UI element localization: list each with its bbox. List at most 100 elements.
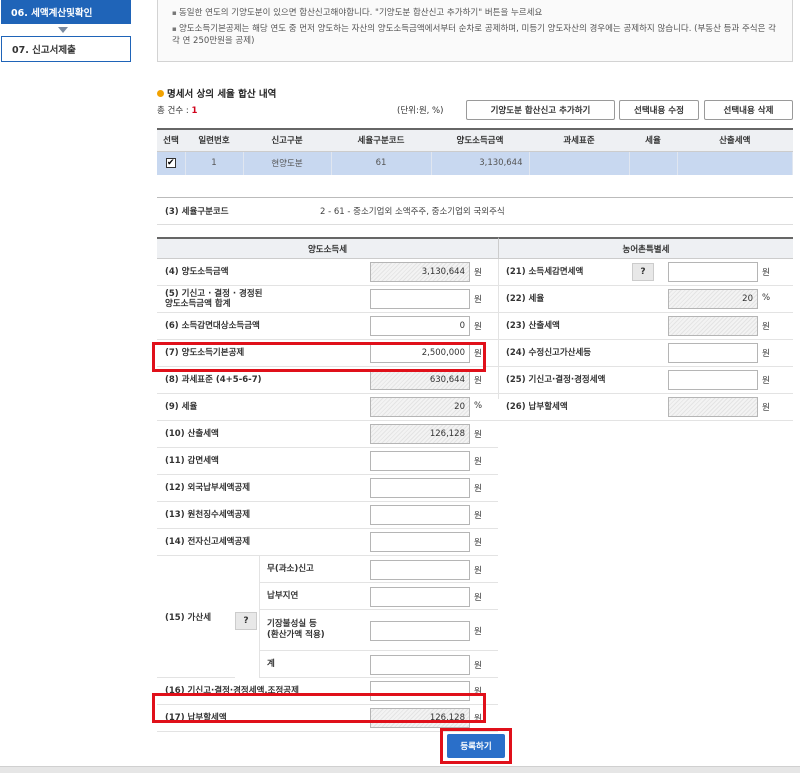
- col-header: 과세표준: [529, 128, 629, 152]
- help-icon[interactable]: ?: [632, 263, 654, 281]
- notice-box: 동일한 연도의 기양도분이 있으면 합산신고해야합니다. "기양도분 합산신고 …: [157, 0, 793, 62]
- cell-rate: [629, 151, 678, 175]
- form-row: (22) 세율 20%: [498, 286, 793, 313]
- amount-input[interactable]: 126,128: [370, 424, 470, 444]
- amount-input[interactable]: [370, 532, 470, 552]
- cell-tax-base: [529, 151, 630, 175]
- penalty-row: 납부지연 원: [259, 583, 498, 610]
- amount-input[interactable]: 630,644: [370, 370, 470, 390]
- unit-label: %: [762, 293, 771, 303]
- col-header: 선택: [157, 128, 185, 152]
- field-label: (14) 전자신고세액공제: [165, 537, 251, 547]
- amount-input[interactable]: [668, 397, 758, 417]
- unit-label: 원: [762, 322, 770, 332]
- step-06-active[interactable]: 06. 세액계산및확인: [1, 0, 131, 24]
- field-label: (8) 과세표준 (4+5-6-7): [165, 375, 262, 385]
- amount-input[interactable]: [370, 654, 470, 675]
- field-label: (11) 감면세액: [165, 456, 219, 466]
- table-row[interactable]: ✔ 1 현양도분 61 3,130,644: [157, 151, 793, 175]
- rate-code-value: 2 - 61 - 중소기업외 소액주주, 중소기업외 국외주식: [320, 207, 505, 217]
- penalty-item-label: 기장불성실 등 (환산가액 적용): [267, 619, 325, 640]
- unit-label: 원: [762, 268, 770, 278]
- amount-input[interactable]: 20: [370, 397, 470, 417]
- form-row: (14) 전자신고세액공제 원: [157, 529, 498, 556]
- penalty-item-label: 무(과소)신고: [267, 563, 314, 574]
- amount-input[interactable]: 0: [370, 316, 470, 336]
- field-label: (13) 원천징수세액공제: [165, 510, 251, 520]
- penalty-item-label: 계: [267, 658, 275, 669]
- form-row: (4) 양도소득금액 3,130,644 원: [157, 259, 498, 286]
- amount-input[interactable]: 20: [668, 289, 758, 309]
- amount-input[interactable]: [370, 505, 470, 525]
- help-icon[interactable]: ?: [235, 612, 257, 630]
- field-label: (10) 산출세액: [165, 429, 219, 439]
- form-row: (9) 세율 20%: [157, 394, 498, 421]
- col-header: 산출세액: [677, 128, 793, 152]
- field-label: (24) 수정신고가산세등: [506, 348, 592, 358]
- rate-code-label: (3) 세율구분코드: [165, 207, 229, 217]
- penalty-row: 계원: [259, 651, 498, 678]
- delete-selected-button[interactable]: 선택내용 삭제: [704, 100, 793, 120]
- field-label: (12) 외국납부세액공제: [165, 483, 251, 493]
- cell-rate-code: 61: [331, 151, 432, 175]
- field-label: (26) 납부할세액: [506, 402, 568, 412]
- field-label: (22) 세율: [506, 294, 545, 304]
- cell-calc-tax: [677, 151, 793, 175]
- unit-label: 원: [474, 484, 482, 494]
- amount-input[interactable]: [370, 586, 470, 607]
- row-checkbox[interactable]: ✔: [165, 158, 176, 169]
- unit-label: 원: [474, 295, 482, 305]
- amount-input[interactable]: [668, 343, 758, 363]
- register-button[interactable]: 등록하기: [447, 734, 505, 758]
- highlight-payable-tax: [152, 693, 486, 723]
- unit-label: (단위:원, %): [397, 106, 444, 116]
- unit-label: 원: [474, 376, 482, 386]
- amount-input[interactable]: [370, 559, 470, 580]
- amount-input[interactable]: [668, 262, 758, 282]
- unit-label: 원: [474, 430, 482, 440]
- field-label: (4) 양도소득금액: [165, 267, 229, 277]
- unit-label: 원: [762, 403, 770, 413]
- field-label: (6) 소득감면대상소득금액: [165, 321, 260, 331]
- total-count: 총 건수 : 1: [157, 106, 198, 116]
- col-header: 신고구분: [243, 128, 331, 152]
- amount-input[interactable]: 3,130,644: [370, 262, 470, 282]
- unit-label: %: [474, 401, 483, 411]
- form-row: (11) 감면세액 원: [157, 448, 498, 475]
- edit-selected-button[interactable]: 선택내용 수정: [619, 100, 699, 120]
- unit-label: 원: [474, 511, 482, 521]
- col-header: 일련번호: [185, 128, 243, 152]
- highlight-basic-deduction: [152, 342, 486, 372]
- amount-input[interactable]: [668, 370, 758, 390]
- rural-tax-header: 농어촌특별세: [498, 237, 793, 259]
- form-row: (12) 외국납부세액공제 원: [157, 475, 498, 502]
- unit-label: 원: [762, 376, 770, 386]
- income-tax-header: 양도소득세: [157, 237, 498, 259]
- cell-income: 3,130,644: [431, 151, 530, 175]
- unit-label: 원: [474, 538, 482, 548]
- amount-input[interactable]: [370, 289, 470, 309]
- unit-label: 원: [474, 592, 482, 603]
- amount-input[interactable]: [370, 451, 470, 471]
- col-header: 세율: [629, 128, 677, 152]
- penalty-label-cell: (15) 가산세: [157, 556, 235, 678]
- amount-input[interactable]: [668, 316, 758, 336]
- form-row: (5) 기신고 · 결정 · 경정된 양도소득금액 합계 원: [157, 286, 498, 313]
- step-07[interactable]: 07. 신고서제출: [1, 36, 131, 62]
- bottom-bar: [0, 766, 800, 773]
- form-row: (23) 산출세액 원: [498, 313, 793, 340]
- penalty-row: 무(과소)신고 원: [259, 556, 498, 583]
- add-prior-button[interactable]: 기양도분 합산신고 추가하기: [466, 100, 615, 120]
- amount-input[interactable]: [370, 620, 470, 641]
- unit-label: 원: [762, 349, 770, 359]
- form-row: (10) 산출세액 126,128 원: [157, 421, 498, 448]
- amount-input[interactable]: [370, 478, 470, 498]
- unit-label: 원: [474, 565, 482, 576]
- unit-label: 원: [474, 268, 482, 278]
- form-row: (13) 원천징수세액공제 원: [157, 502, 498, 529]
- notice-line-1: 동일한 연도의 기양도분이 있으면 합산신고해야합니다. "기양도분 합산신고 …: [172, 7, 782, 19]
- cell-type: 현양도분: [243, 151, 332, 175]
- penalty-label: (15) 가산세: [165, 612, 212, 623]
- rate-list-table: 선택 일련번호 신고구분 세율구분코드 양도소득금액 과세표준 세율 산출세액 …: [157, 128, 793, 175]
- form-row: (21) 소득세감면세액? 원: [498, 259, 793, 286]
